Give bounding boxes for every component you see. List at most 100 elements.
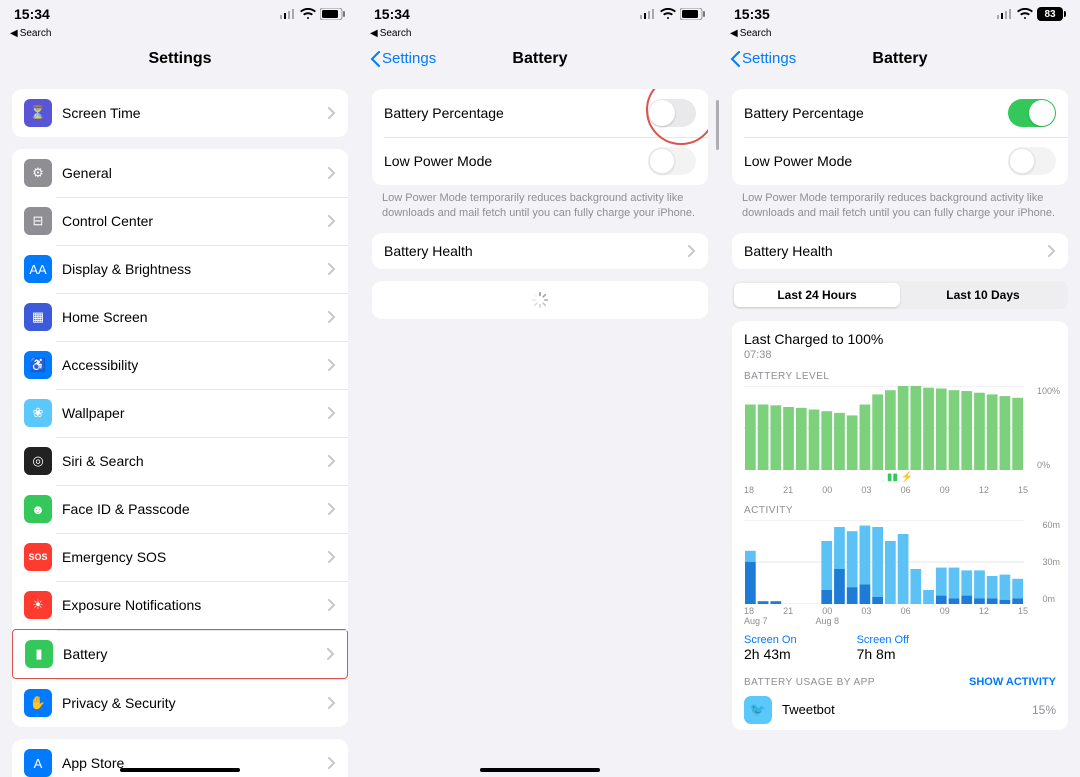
chevron-right-icon [328, 697, 336, 709]
activity-chart: 60m30m0m [744, 520, 1056, 604]
chevron-right-icon [328, 407, 336, 419]
wifi-icon [1017, 8, 1033, 20]
chevron-right-icon [328, 107, 336, 119]
home-indicator[interactable] [120, 768, 240, 772]
siri-search-icon: ◎ [24, 447, 52, 475]
chevron-right-icon [328, 263, 336, 275]
status-time: 15:35 [734, 6, 770, 22]
settings-row-control-center[interactable]: ⊟ Control Center [12, 197, 348, 245]
battery-health-row[interactable]: Battery Health [372, 233, 708, 269]
status-time: 15:34 [374, 6, 410, 22]
row-label: Siri & Search [62, 453, 328, 469]
privacy-security-icon: ✋ [24, 689, 52, 717]
app-usage-row[interactable]: 🐦Tweetbot15% [744, 688, 1056, 724]
status-icons: 83 [997, 7, 1066, 21]
row-label: General [62, 165, 328, 181]
battery-loading-group [372, 281, 708, 319]
settings-group: ⚙General ⊟ Control Center AA Display & Brigh… [12, 149, 348, 727]
low-power-mode-row: Low Power Mode [372, 137, 708, 185]
status-bar: 15:35 83 [720, 0, 1080, 28]
settings-row-siri-search[interactable]: ◎ Siri & Search [12, 437, 348, 485]
battery-level-chart: 100%0% [744, 386, 1056, 470]
battery-percentage-toggle[interactable] [648, 99, 696, 127]
scroll-indicator[interactable] [716, 100, 719, 150]
status-time: 15:34 [14, 6, 50, 22]
battery-health-group: Battery Health [372, 233, 708, 269]
low-power-mode-toggle[interactable] [648, 147, 696, 175]
row-label: Exposure Notifications [62, 597, 328, 613]
nav-back[interactable]: Settings [730, 41, 796, 77]
settings-row-screen-time[interactable]: ⏳Screen Time [12, 89, 348, 137]
settings-row-face-id[interactable]: ☻Face ID & Passcode [12, 485, 348, 533]
activity-label: ACTIVITY [744, 505, 1056, 516]
spinner-icon [531, 291, 549, 309]
settings-row-exposure-notifications[interactable]: ☀Exposure Notifications [12, 581, 348, 629]
control-center-icon: ⊟ [24, 207, 52, 235]
row-label: Emergency SOS [62, 549, 328, 565]
settings-row-display-brightness[interactable]: AA Display & Brightness [12, 245, 348, 293]
nav-back[interactable]: Settings [370, 41, 436, 77]
settings-row-wallpaper[interactable]: ❀Wallpaper [12, 389, 348, 437]
show-activity-button[interactable]: SHOW ACTIVITY [969, 676, 1056, 688]
wifi-icon [300, 8, 316, 20]
battery-icon: ▮ [25, 640, 53, 668]
home-indicator[interactable] [480, 768, 600, 772]
screen-battery-off: 15:34 ◀ Search Settings Battery Battery … [360, 0, 720, 777]
settings-row-home-screen[interactable]: ▦Home Screen [12, 293, 348, 341]
nav-bar: Settings Battery [360, 41, 720, 77]
last-charged-title: Last Charged to 100% [744, 331, 1056, 347]
settings-row-privacy-security[interactable]: ✋ Privacy & Security [12, 679, 348, 727]
back-to-search[interactable]: ◀ Search [0, 28, 360, 41]
app-usage-list: 🐦Tweetbot15% [744, 688, 1056, 724]
battery-percentage-label: Battery Percentage [384, 105, 648, 121]
back-to-search[interactable]: ◀ Search [360, 28, 720, 41]
usage-label: BATTERY USAGE BY APP [744, 677, 875, 688]
seg-last-24h[interactable]: Last 24 Hours [734, 283, 900, 307]
signal-icon [640, 9, 656, 19]
app-name: Tweetbot [782, 702, 1032, 717]
row-label: Battery [63, 646, 327, 662]
time-range-segment[interactable]: Last 24 Hours Last 10 Days [732, 281, 1068, 309]
settings-row-emergency-sos[interactable]: SOSEmergency SOS [12, 533, 348, 581]
row-label: Home Screen [62, 309, 328, 325]
chevron-left-icon [730, 51, 740, 67]
low-power-mode-toggle[interactable] [1008, 147, 1056, 175]
battery-health-row[interactable]: Battery Health [732, 233, 1068, 269]
chevron-right-icon [328, 311, 336, 323]
chevron-right-icon [1048, 245, 1056, 257]
battery-icon [680, 8, 706, 20]
status-icons [640, 8, 706, 20]
battery-toggle-group: Battery Percentage Low Power Mode [372, 89, 708, 185]
battery-health-group: Battery Health [732, 233, 1068, 269]
battery-percentage-toggle[interactable] [1008, 99, 1056, 127]
chevron-left-icon [370, 51, 380, 67]
low-power-note: Low Power Mode temporarily reduces backg… [360, 185, 720, 221]
app-store-icon: A [24, 749, 52, 777]
status-icons [280, 8, 346, 20]
row-label: Wallpaper [62, 405, 328, 421]
battery-pct-icon: 83 [1037, 7, 1066, 21]
display-brightness-icon: AA [24, 255, 52, 283]
activity-xaxis: 1821000306091215 [744, 604, 1056, 616]
chevron-right-icon [328, 215, 336, 227]
low-power-note: Low Power Mode temporarily reduces backg… [720, 185, 1080, 221]
row-label: Privacy & Security [62, 695, 328, 711]
accessibility-icon: ♿ [24, 351, 52, 379]
back-to-search[interactable]: ◀ Search [720, 28, 1080, 41]
nav-bar: Settings Battery [720, 41, 1080, 77]
low-power-mode-label: Low Power Mode [744, 153, 1008, 169]
signal-icon [997, 9, 1013, 19]
seg-last-10d[interactable]: Last 10 Days [900, 283, 1066, 307]
loading-row [372, 281, 708, 319]
battery-percentage-row: Battery Percentage [372, 89, 708, 137]
battery-level-label: BATTERY LEVEL [744, 371, 1056, 382]
row-label: Display & Brightness [62, 261, 328, 277]
face-id-icon: ☻ [24, 495, 52, 523]
app-pct: 15% [1032, 703, 1056, 717]
last-charged-time: 07:38 [744, 349, 1056, 361]
settings-row-accessibility[interactable]: ♿Accessibility [12, 341, 348, 389]
battery-toggle-group: Battery PercentageLow Power Mode [732, 89, 1068, 185]
settings-row-general[interactable]: ⚙General [12, 149, 348, 197]
settings-row-battery[interactable]: ▮ Battery [12, 629, 348, 679]
row-label: Control Center [62, 213, 328, 229]
